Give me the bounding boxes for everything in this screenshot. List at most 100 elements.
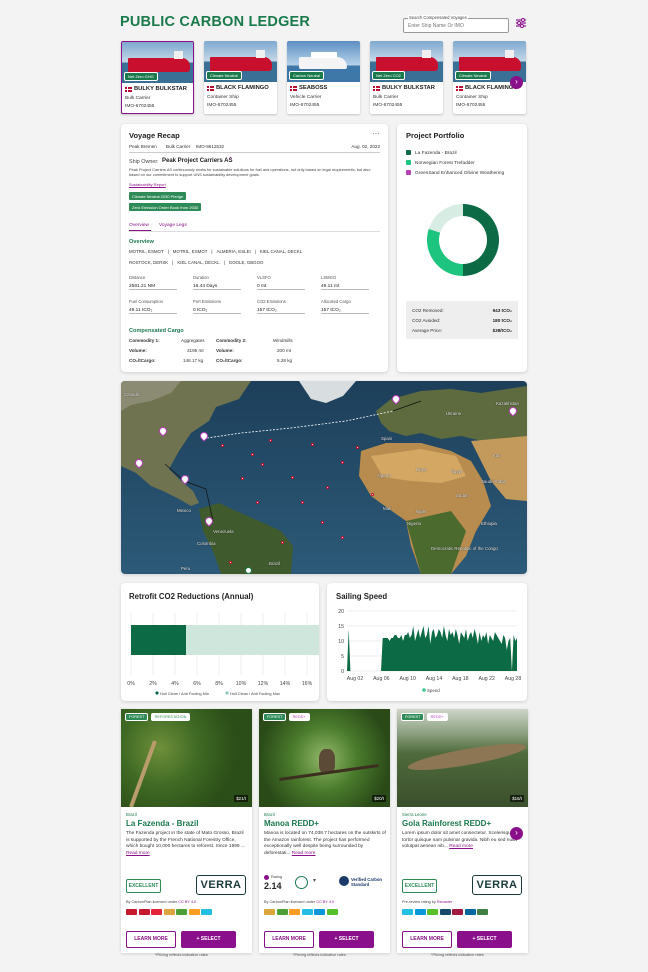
vessel-marker-icon[interactable] (341, 536, 344, 539)
port-tag: ROSTOCK, DERSK (129, 260, 169, 265)
tanker-bridge (505, 50, 514, 58)
sdg-goal-icon (402, 909, 413, 915)
license-text: By CarbonPlan licensed under (264, 900, 316, 904)
ship-name-text: BULKY BULKSTAR (382, 85, 435, 91)
info-icon[interactable] (264, 875, 269, 880)
read-more-link[interactable]: Read more (126, 851, 150, 856)
chevron-up-icon[interactable]: ^ (229, 157, 232, 163)
legend-label: Hull Clean / Anti Fouling Max (230, 691, 280, 696)
voyage-map[interactable]: Canada Mexico Venezuela Colombia Brazil Peru A… (121, 381, 527, 574)
vessel-marker-icon[interactable] (321, 521, 324, 524)
x-tick-label: 6% (193, 681, 201, 687)
pricing-note: *Pricing reflects indicative rates (293, 953, 346, 957)
license-link[interactable]: Renoster (437, 900, 452, 904)
ship-imo: IMO-6702455 (207, 103, 237, 108)
map-country-label: Libya (416, 467, 427, 472)
legend-label: GreenSand Enhanced Olivine Weathering (415, 170, 505, 176)
ship-name-text: SEABOSS (299, 85, 328, 91)
vessel-marker-icon[interactable] (301, 501, 304, 504)
sdg-goal-icon (464, 909, 476, 915)
y-tick-label: 10 (338, 639, 344, 645)
project-name: Gola Rainforest REDD+ (402, 819, 492, 828)
tab-overview[interactable]: Overview (129, 223, 149, 228)
ship-card[interactable]: Net Zero CO2 BULKY BULKSTAR Bulk Carrier IM… (370, 41, 443, 114)
project-card: FOREST REFORESTATION $21/t Brazil La Fazenda… (121, 709, 252, 957)
legend-swatch (422, 688, 426, 692)
select-button[interactable]: + SELECT (319, 931, 374, 948)
norway-flag-icon (456, 85, 463, 91)
vessel-marker-icon[interactable] (269, 439, 272, 442)
vessel-marker-icon[interactable] (311, 443, 314, 446)
norway-flag-icon (373, 85, 380, 91)
project-location: Brazil (126, 812, 137, 817)
search-box[interactable]: Search Compensated Voyages (403, 15, 509, 33)
rating-label: Rating (271, 875, 282, 879)
map-country-label: Nigeria (407, 521, 421, 526)
vessel-marker-icon[interactable] (371, 493, 374, 496)
ship-card[interactable]: Net Zero GHG BULKY BULKSTAR Bulk Carrier IM… (121, 41, 194, 114)
project-location: Sierra Leone (402, 812, 427, 817)
cruise-deck (311, 52, 337, 58)
vessel-marker-icon[interactable] (281, 541, 284, 544)
certification-badge: Net Zero GHG (124, 72, 158, 81)
projects-next-button[interactable]: › (510, 827, 523, 840)
co2-per-cargo-label: CO₂/tCargo: (129, 358, 156, 363)
ship-imo: IMO-6702455 (456, 103, 486, 108)
read-more-link[interactable]: Read more (449, 844, 473, 849)
chevron-down-icon[interactable]: ▾ (313, 877, 316, 884)
tab-voyage-legs[interactable]: Voyage Legs (159, 223, 187, 228)
x-tick-label: 10% (236, 681, 247, 687)
read-more-link[interactable]: Read more (292, 851, 316, 856)
map-country-label: Niger (416, 509, 427, 514)
norway-flag-icon (290, 85, 297, 91)
co2-per-cargo-1-value: 148.17 kg (183, 358, 204, 363)
legend-swatch (155, 691, 159, 695)
map-country-label: Venezuela (213, 529, 234, 534)
more-options-icon[interactable]: ··· (372, 129, 380, 138)
project-description: The Fazenda project in the state of Mato… (126, 831, 248, 857)
ship-name-text: BULKY BULKSTAR (134, 86, 187, 92)
vessel-marker-icon[interactable] (256, 501, 259, 504)
tanker-hull (210, 57, 272, 71)
voyage-metric: Allocated Cargo 157 tCO₂ (321, 299, 369, 314)
rating-badge: EXCELLENT (402, 879, 437, 893)
vessel-marker-icon[interactable] (221, 444, 224, 447)
sustainability-report-link[interactable]: Sustainability Report (129, 182, 166, 187)
sdg-goal-icon (289, 909, 300, 915)
ship-name: BULKY BULKSTAR (125, 86, 187, 92)
carousel-next-button[interactable]: › (510, 76, 523, 89)
select-button[interactable]: + SELECT (457, 931, 512, 948)
metric-value: 157 tCO₂ (321, 308, 341, 313)
map-center-icon[interactable] (245, 567, 252, 574)
select-button[interactable]: + SELECT (181, 931, 236, 948)
vessel-marker-icon[interactable] (341, 461, 344, 464)
vessel-marker-icon[interactable] (326, 486, 329, 489)
sdg-goal-icon (163, 909, 175, 915)
vessel-marker-icon[interactable] (229, 561, 232, 564)
legend-swatch (406, 150, 411, 155)
ship-card[interactable]: Climate Neutral BLACK FLAMINGO Container S… (204, 41, 277, 114)
ship-card[interactable]: Carbon Neutral SEABOSS Vehicle Carrier IMO-… (287, 41, 360, 114)
voyage-metric: CO2 Emissions 157 tCO₂ (257, 299, 305, 314)
metric-label: Duration (193, 275, 209, 280)
volume-2-value: 200 mt (277, 348, 292, 353)
search-input[interactable] (408, 23, 506, 29)
filter-sliders-icon[interactable] (515, 17, 527, 29)
learn-more-button[interactable]: LEARN MORE (126, 931, 176, 948)
project-price: $21/t (234, 795, 248, 802)
vessel-marker-icon[interactable] (241, 477, 244, 480)
ship-name-text: BLACK FLAMINGO (216, 85, 269, 91)
y-tick-label: 15 (338, 624, 344, 630)
learn-more-button[interactable]: LEARN MORE (264, 931, 314, 948)
license-link[interactable]: CC BY 4.0 (178, 900, 196, 904)
vessel-marker-icon[interactable] (291, 476, 294, 479)
verra-logo: VERRA (472, 875, 522, 895)
license-link[interactable]: CC BY 4.0 (316, 900, 334, 904)
description-text: Manoa is located on 74,038.7 hectares on… (264, 831, 386, 856)
learn-more-button[interactable]: LEARN MORE (402, 931, 452, 948)
vessel-marker-icon[interactable] (356, 446, 359, 449)
vessel-marker-icon[interactable] (261, 463, 264, 466)
ship-imo: IMO-6702455 (290, 103, 320, 108)
vessel-marker-icon[interactable] (251, 453, 254, 456)
project-price: $20/t (372, 795, 386, 802)
